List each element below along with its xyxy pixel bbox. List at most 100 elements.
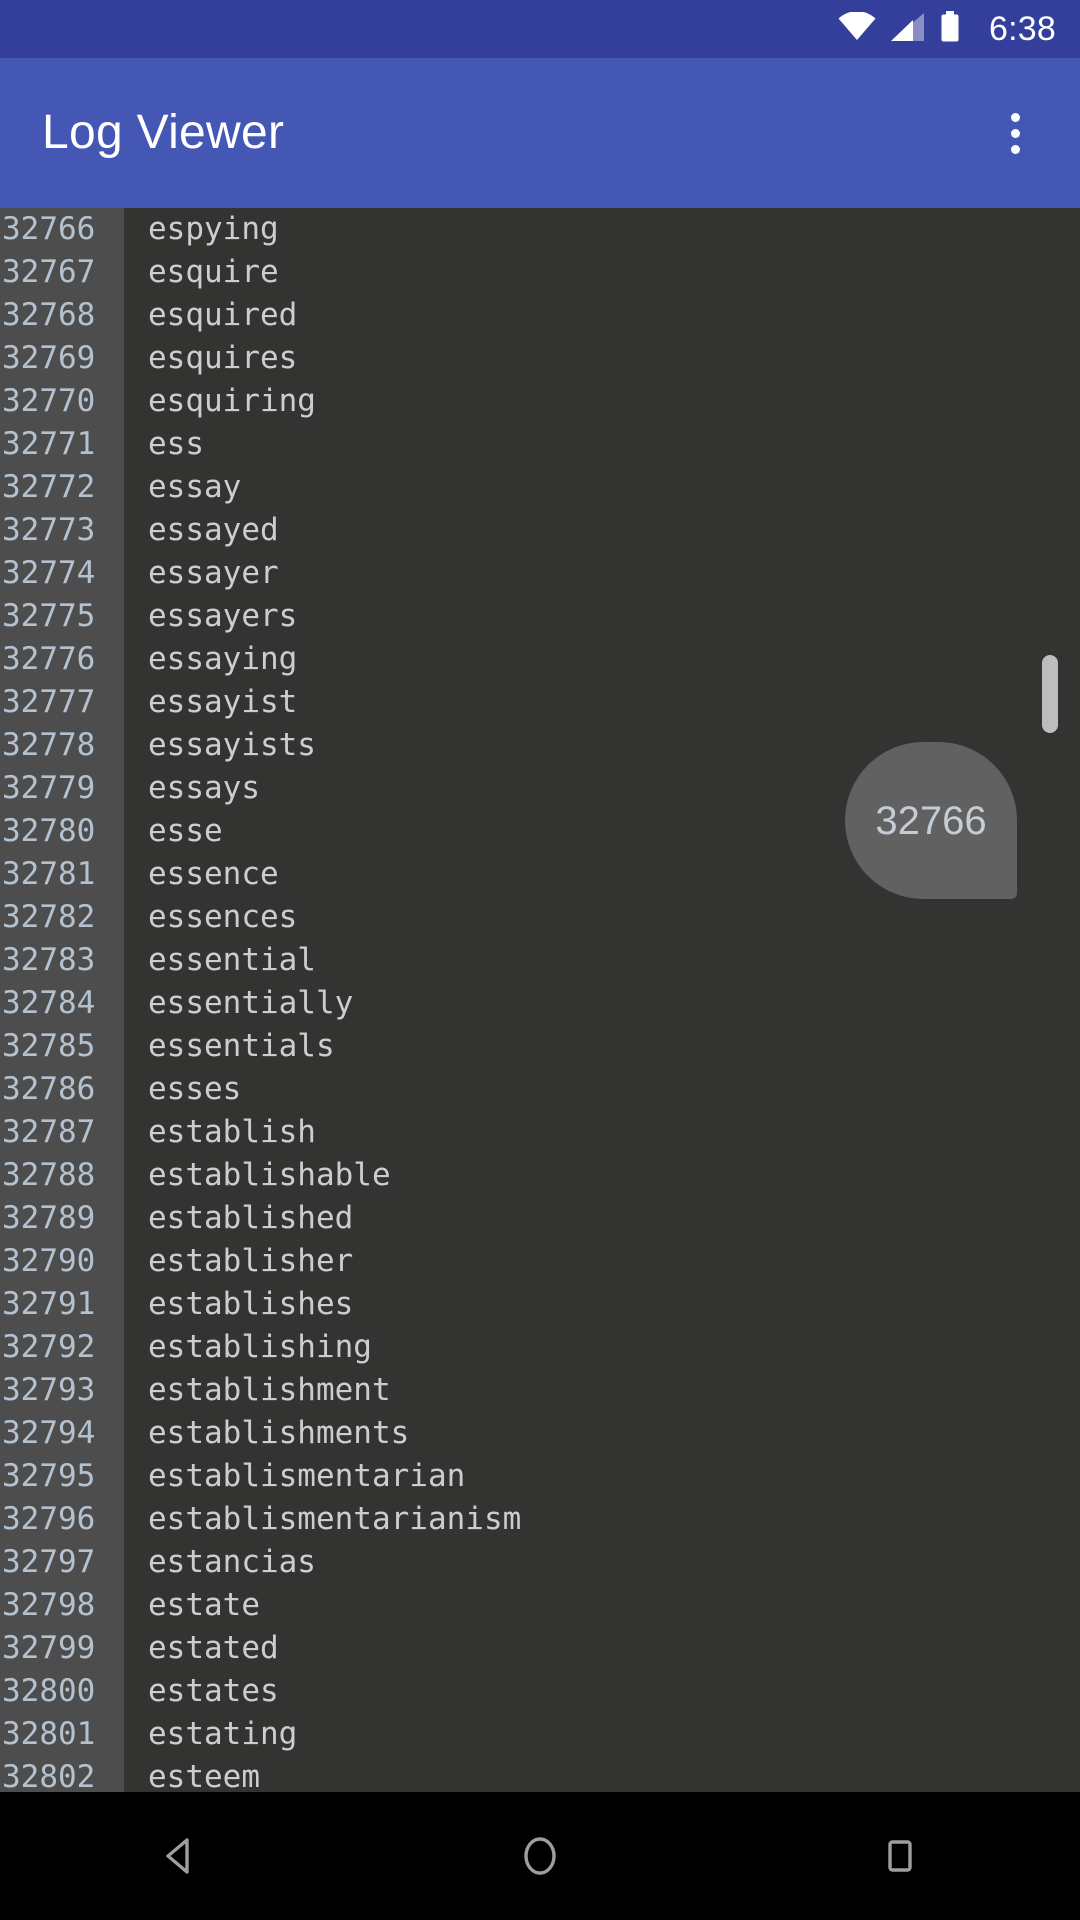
log-line-text: essayer <box>148 555 279 591</box>
recents-icon[interactable] <box>820 1792 980 1920</box>
log-row[interactable]: 32773 essayed <box>0 509 1080 552</box>
log-row[interactable]: 32782 essences <box>0 896 1080 939</box>
app-bar: Log Viewer <box>0 58 1080 208</box>
log-line-text: essential <box>148 942 316 978</box>
log-row[interactable]: 32777 essayist <box>0 681 1080 724</box>
log-line-number: 32769 <box>2 340 96 376</box>
log-row[interactable]: 32774 essayer <box>0 552 1080 595</box>
log-row[interactable]: 32775 essayers <box>0 595 1080 638</box>
log-line-number: 32802 <box>2 1759 96 1792</box>
overflow-dot <box>1010 144 1020 154</box>
log-line-text: establismentarianism <box>148 1501 522 1537</box>
log-line-text: essayers <box>148 598 298 634</box>
log-line-text: establishes <box>148 1286 354 1322</box>
log-line-number: 32775 <box>2 598 96 634</box>
log-line-text: establishable <box>148 1157 391 1193</box>
log-line-text: esses <box>148 1071 242 1107</box>
log-row[interactable]: 32798 estate <box>0 1584 1080 1627</box>
log-line-number: 32799 <box>2 1630 96 1666</box>
log-row[interactable]: 32772 essay <box>0 466 1080 509</box>
log-line-number: 32794 <box>2 1415 96 1451</box>
log-row[interactable]: 32785 essentials <box>0 1025 1080 1068</box>
scrollbar-track[interactable] <box>1040 208 1080 1792</box>
log-row[interactable]: 32784 essentially <box>0 982 1080 1025</box>
log-row[interactable]: 32793 establishment <box>0 1369 1080 1412</box>
scrollbar-thumb[interactable] <box>1042 655 1058 733</box>
log-line-number: 32773 <box>2 512 96 548</box>
log-line-text: essay <box>148 469 242 505</box>
log-line-text: establishing <box>148 1329 372 1365</box>
log-line-text: espying <box>148 211 279 247</box>
log-line-text: estated <box>148 1630 279 1666</box>
log-line-number: 32774 <box>2 555 96 591</box>
log-row[interactable]: 32768 esquired <box>0 294 1080 337</box>
log-line-text: establisher <box>148 1243 354 1279</box>
log-row[interactable]: 32790 establisher <box>0 1240 1080 1283</box>
home-icon[interactable] <box>460 1792 620 1920</box>
log-line-text: established <box>148 1200 354 1236</box>
log-list[interactable]: 32766 espying 32767 esquire 32768 esquired 327… <box>0 208 1080 1792</box>
log-row[interactable]: 32776 essaying <box>0 638 1080 681</box>
back-icon[interactable] <box>100 1792 260 1920</box>
log-line-text: establish <box>148 1114 316 1150</box>
log-line-number: 32781 <box>2 856 96 892</box>
log-row[interactable]: 32769 esquires <box>0 337 1080 380</box>
log-line-number: 32798 <box>2 1587 96 1623</box>
log-line-text: esquires <box>148 340 298 376</box>
android-screen: 6:38 Log Viewer 32766 espying 32767 esquire… <box>0 0 1080 1920</box>
fast-scroll-popup: 32766 <box>845 742 1017 899</box>
log-line-number: 32784 <box>2 985 96 1021</box>
log-line-number: 32768 <box>2 297 96 333</box>
log-row[interactable]: 32802 esteem <box>0 1756 1080 1792</box>
log-row[interactable]: 32791 establishes <box>0 1283 1080 1326</box>
log-line-number: 32789 <box>2 1200 96 1236</box>
log-row[interactable]: 32770 esquiring <box>0 380 1080 423</box>
log-line-text: establismentarian <box>148 1458 466 1494</box>
log-row[interactable]: 32801 estating <box>0 1713 1080 1756</box>
log-row[interactable]: 32783 essential <box>0 939 1080 982</box>
log-line-number: 32782 <box>2 899 96 935</box>
log-row[interactable]: 32788 establishable <box>0 1154 1080 1197</box>
overflow-menu-icon[interactable] <box>970 88 1060 178</box>
log-line-text: esquire <box>148 254 279 290</box>
status-bar-icons: 6:38 <box>837 10 1056 48</box>
log-line-number: 32801 <box>2 1716 96 1752</box>
overflow-dot <box>1010 112 1020 122</box>
log-line-text: essentially <box>148 985 354 1021</box>
log-line-text: essentials <box>148 1028 335 1064</box>
log-row[interactable]: 32799 estated <box>0 1627 1080 1670</box>
log-row[interactable]: 32789 established <box>0 1197 1080 1240</box>
log-list-container[interactable]: 32766 espying 32767 esquire 32768 esquired 327… <box>0 208 1080 1792</box>
log-line-number: 32792 <box>2 1329 96 1365</box>
wifi-icon <box>837 10 877 47</box>
log-line-number: 32788 <box>2 1157 96 1193</box>
log-row[interactable]: 32792 establishing <box>0 1326 1080 1369</box>
log-line-number: 32797 <box>2 1544 96 1580</box>
log-line-number: 32795 <box>2 1458 96 1494</box>
log-row[interactable]: 32787 establish <box>0 1111 1080 1154</box>
status-bar-clock: 6:38 <box>989 10 1056 48</box>
log-row[interactable]: 32766 espying <box>0 208 1080 251</box>
log-row[interactable]: 32796 establismentarianism <box>0 1498 1080 1541</box>
log-line-text: estate <box>148 1587 260 1623</box>
log-line-number: 32800 <box>2 1673 96 1709</box>
log-row[interactable]: 32797 estancias <box>0 1541 1080 1584</box>
log-line-text: ess <box>148 426 204 462</box>
log-line-number: 32771 <box>2 426 96 462</box>
log-line-number: 32778 <box>2 727 96 763</box>
log-row[interactable]: 32795 establismentarian <box>0 1455 1080 1498</box>
log-line-number: 32785 <box>2 1028 96 1064</box>
log-line-text: establishments <box>148 1415 410 1451</box>
android-navigation-bar <box>0 1792 1080 1920</box>
log-line-text: estancias <box>148 1544 316 1580</box>
log-row[interactable]: 32767 esquire <box>0 251 1080 294</box>
log-line-text: essayist <box>148 684 298 720</box>
log-row[interactable]: 32786 esses <box>0 1068 1080 1111</box>
log-row[interactable]: 32800 estates <box>0 1670 1080 1713</box>
log-line-number: 32779 <box>2 770 96 806</box>
cell-signal-icon <box>891 12 925 47</box>
log-line-text: establishment <box>148 1372 391 1408</box>
log-row[interactable]: 32771 ess <box>0 423 1080 466</box>
log-row[interactable]: 32794 establishments <box>0 1412 1080 1455</box>
log-line-number: 32772 <box>2 469 96 505</box>
